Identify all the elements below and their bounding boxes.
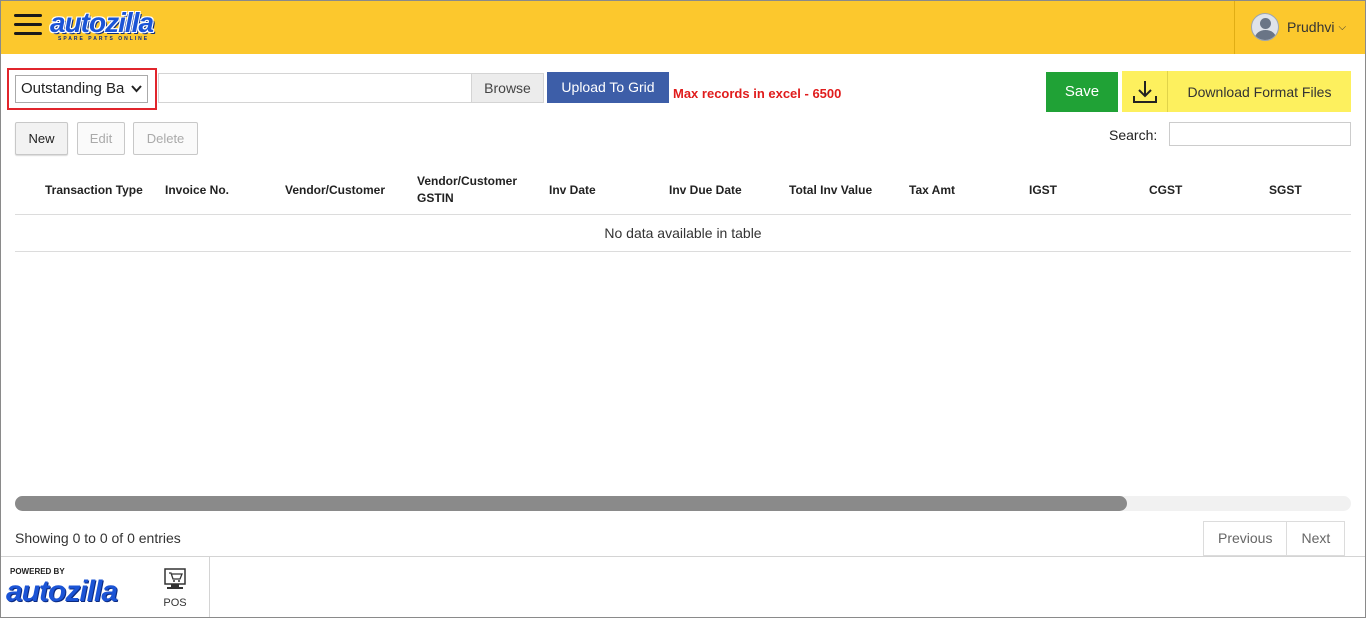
previous-page-button[interactable]: Previous	[1204, 522, 1288, 555]
column-header-inv-due-date[interactable]: Inv Due Date	[669, 165, 779, 215]
upload-type-selected-value: Outstanding Ba	[21, 80, 125, 97]
horizontal-scrollbar-thumb[interactable]	[15, 496, 1127, 511]
pagination: Previous Next	[1203, 521, 1346, 556]
browse-button[interactable]: Browse	[471, 73, 544, 103]
table-header: Transaction Type Invoice No. Vendor/Cust…	[15, 165, 1351, 215]
column-header-tax-amt[interactable]: Tax Amt	[909, 165, 1009, 215]
logo-text: autozilla	[50, 7, 154, 38]
bottom-divider	[209, 557, 210, 618]
chevron-down-icon: ⌵	[1338, 21, 1347, 33]
upload-type-select[interactable]: Outstanding Ba	[15, 75, 148, 103]
column-header-transaction-type[interactable]: Transaction Type	[45, 165, 145, 215]
search-input[interactable]	[1169, 122, 1351, 146]
hamburger-menu-icon[interactable]	[14, 14, 42, 38]
entries-info: Showing 0 to 0 of 0 entries	[15, 530, 181, 546]
new-button[interactable]: New	[15, 122, 68, 155]
chevron-down-icon	[131, 76, 142, 102]
user-menu[interactable]: Prudhvi ⌵	[1234, 0, 1366, 54]
pos-nav-item[interactable]: POS	[159, 568, 191, 609]
user-name: Prudhvi	[1287, 19, 1335, 35]
file-path-input[interactable]	[158, 73, 472, 103]
bottom-autozilla-logo: autozilla	[6, 575, 118, 608]
delete-button[interactable]: Delete	[133, 122, 198, 155]
user-avatar-icon	[1251, 13, 1279, 41]
save-button[interactable]: Save	[1046, 72, 1118, 112]
max-records-warning: Max records in excel - 6500	[673, 86, 842, 101]
search-label: Search:	[1109, 127, 1158, 143]
column-header-vendor-customer-gstin[interactable]: Vendor/Customer GSTIN	[417, 165, 537, 215]
logo-tagline: SPARE PARTS ONLINE	[58, 36, 150, 42]
upload-to-grid-button[interactable]: Upload To Grid	[547, 72, 669, 103]
column-header-total-inv-value[interactable]: Total Inv Value	[789, 165, 899, 215]
table-empty-row: No data available in table	[15, 215, 1351, 252]
pos-register-icon	[164, 568, 186, 589]
top-header: autozilla SPARE PARTS ONLINE Prudhvi ⌵	[0, 0, 1366, 54]
column-header-igst[interactable]: IGST	[1029, 165, 1129, 215]
autozilla-logo[interactable]: autozilla SPARE PARTS ONLINE	[50, 7, 154, 44]
column-header-inv-date[interactable]: Inv Date	[549, 165, 649, 215]
edit-button[interactable]: Edit	[77, 122, 125, 155]
next-page-button[interactable]: Next	[1287, 522, 1344, 555]
column-header-sgst[interactable]: SGST	[1269, 165, 1349, 215]
column-header-cgst[interactable]: CGST	[1149, 165, 1249, 215]
column-header-invoice-no[interactable]: Invoice No.	[165, 165, 275, 215]
download-format-files-label: Download Format Files	[1187, 83, 1332, 100]
download-icon	[1122, 71, 1168, 112]
bottom-bar	[0, 556, 1366, 618]
pos-label: POS	[163, 597, 187, 609]
column-header-vendor-customer[interactable]: Vendor/Customer	[285, 165, 405, 215]
download-format-files-button[interactable]: Download Format Files	[1122, 71, 1351, 112]
